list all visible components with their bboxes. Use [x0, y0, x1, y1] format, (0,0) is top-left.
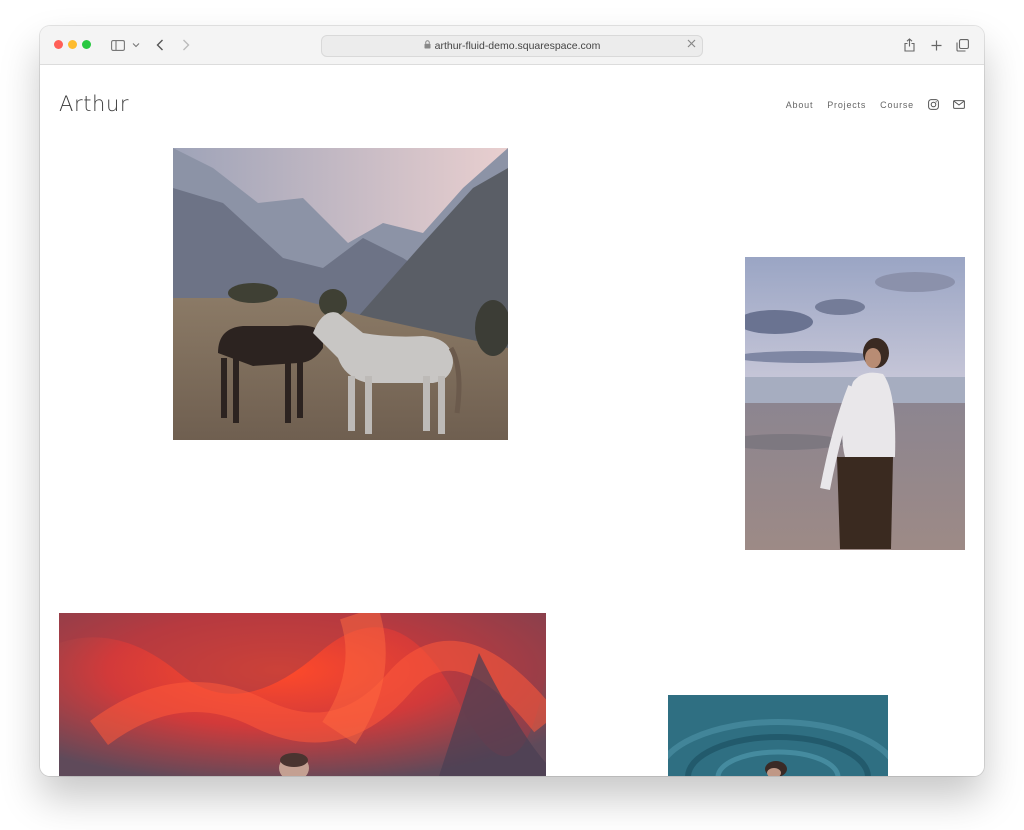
photo-woman-beach[interactable]: [745, 257, 965, 550]
mail-icon[interactable]: [953, 100, 965, 109]
nav-link-projects[interactable]: Projects: [827, 100, 866, 110]
browser-window: arthur-fluid-demo.squarespace.com Arthur…: [40, 26, 984, 776]
tabs-icon[interactable]: [955, 36, 969, 54]
forward-icon[interactable]: [180, 36, 192, 54]
browser-toolbar: arthur-fluid-demo.squarespace.com: [40, 26, 984, 65]
photo-swimmer-water[interactable]: [668, 695, 888, 776]
web-page: Arthur About Projects Course: [40, 65, 984, 776]
sidebar-icon[interactable]: [110, 36, 126, 54]
nav-link-course[interactable]: Course: [880, 100, 914, 110]
zoom-icon[interactable]: [82, 40, 91, 49]
nav-link-about[interactable]: About: [786, 100, 814, 110]
url-text: arthur-fluid-demo.squarespace.com: [434, 40, 601, 52]
clear-url-icon[interactable]: [687, 39, 696, 51]
minimize-icon[interactable]: [68, 40, 77, 49]
share-icon[interactable]: [902, 36, 916, 54]
chevron-down-icon[interactable]: [131, 36, 141, 54]
instagram-icon[interactable]: [928, 99, 939, 110]
address-bar[interactable]: arthur-fluid-demo.squarespace.com: [321, 35, 703, 57]
site-nav: About Projects Course: [786, 99, 965, 110]
photo-red-sky[interactable]: [59, 613, 546, 776]
close-window-icon[interactable]: [54, 40, 63, 49]
back-icon[interactable]: [154, 36, 166, 54]
new-tab-icon[interactable]: [929, 36, 943, 54]
site-brand[interactable]: Arthur: [59, 92, 129, 116]
lock-icon: [424, 40, 431, 52]
photo-horses-mountains[interactable]: [173, 148, 508, 440]
